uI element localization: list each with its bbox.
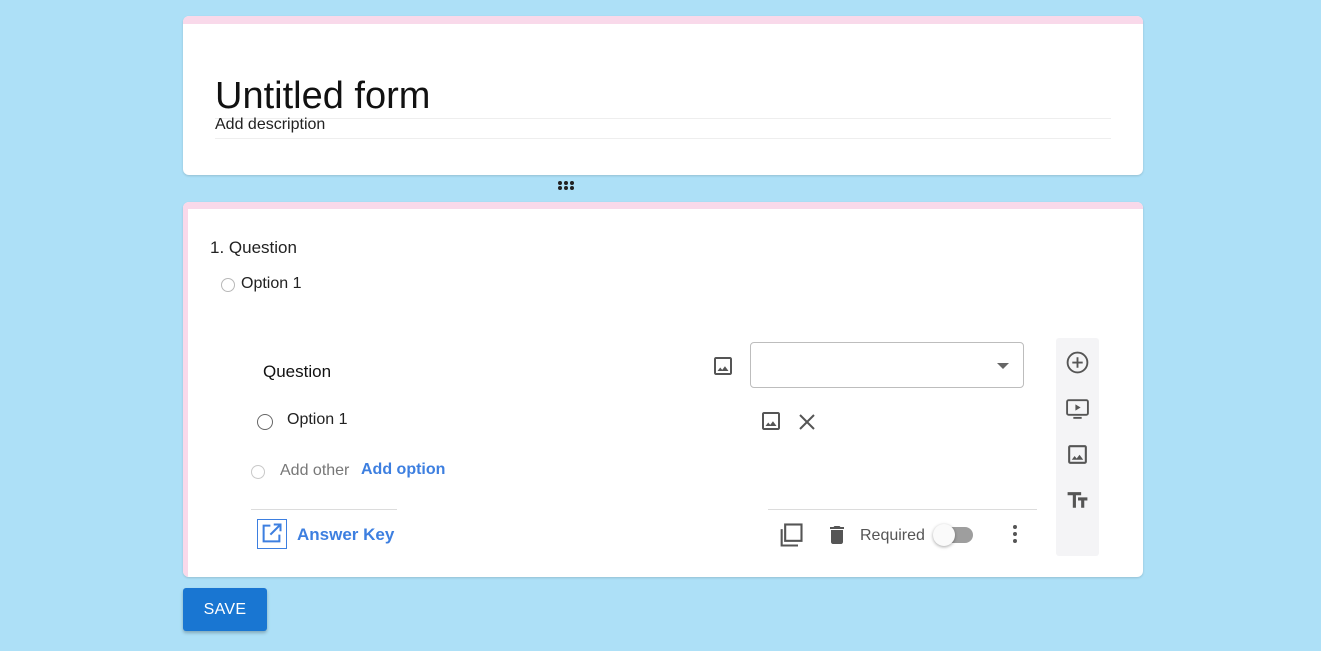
more-options-icon[interactable] <box>1003 522 1027 546</box>
answer-key-button[interactable]: Answer Key <box>297 525 394 545</box>
required-toggle[interactable] <box>933 524 977 546</box>
duplicate-copy-icon[interactable] <box>777 521 805 549</box>
form-description-input[interactable]: Add description <box>215 116 1111 139</box>
add-option-button[interactable]: Add option <box>361 461 445 479</box>
answer-key-icon[interactable] <box>257 519 287 549</box>
add-video-icon[interactable] <box>1065 396 1090 421</box>
option-image-icon[interactable] <box>759 409 783 433</box>
delete-trash-icon[interactable] <box>825 522 849 548</box>
form-title-input[interactable]: Untitled form <box>215 74 1111 119</box>
other-radio-button <box>251 465 265 479</box>
option-radio-button <box>257 414 273 430</box>
drag-handle-icon[interactable] <box>557 180 575 192</box>
footer-divider-left <box>251 509 397 510</box>
footer-divider-right <box>768 509 1037 510</box>
title-card-accent-bar <box>183 16 1143 24</box>
side-toolbar <box>1056 338 1099 556</box>
question-card-active-bar <box>183 202 188 577</box>
save-button[interactable]: SAVE <box>183 588 267 631</box>
toggle-thumb <box>933 524 955 546</box>
question-image-icon[interactable] <box>711 354 735 378</box>
add-title-icon[interactable] <box>1065 488 1090 513</box>
question-card-accent-bar <box>183 202 1143 209</box>
form-title-card: Untitled form Add description <box>183 16 1143 175</box>
question-type-select[interactable] <box>750 342 1024 388</box>
preview-radio-button <box>221 278 235 292</box>
add-image-icon[interactable] <box>1065 442 1090 467</box>
preview-option-label: Option 1 <box>241 275 302 292</box>
question-preview-title: 1. Question <box>210 238 297 257</box>
add-question-icon[interactable] <box>1065 350 1090 375</box>
question-card[interactable]: 1. Question Option 1 Question Option 1 A… <box>183 202 1143 577</box>
dropdown-arrow-icon <box>997 363 1009 369</box>
question-title-input[interactable]: Question <box>263 362 331 382</box>
option-label-input[interactable]: Option 1 <box>287 411 347 429</box>
add-other-link[interactable]: Add other <box>280 462 349 480</box>
remove-option-close-icon[interactable] <box>795 410 819 434</box>
required-label: Required <box>860 527 925 544</box>
